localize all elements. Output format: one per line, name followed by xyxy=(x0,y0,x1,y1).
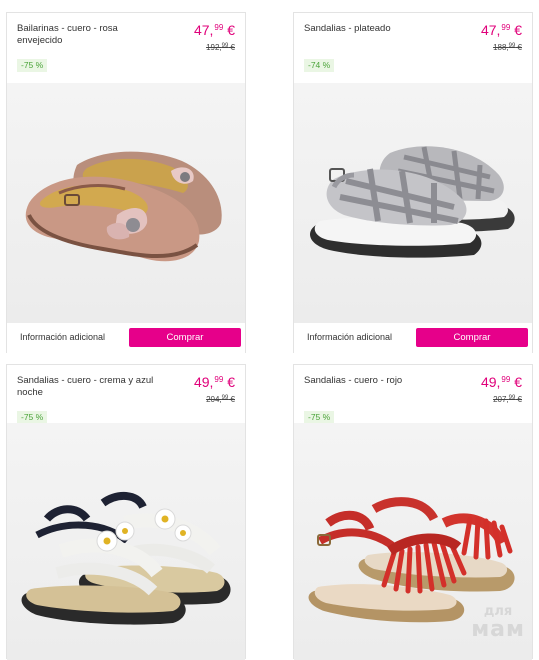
product-card[interactable]: Bailarinas - cuero - rosa envejecido 47,… xyxy=(6,12,246,353)
more-info-link[interactable]: Información adicional xyxy=(20,332,105,342)
product-old-price: 188,99 € xyxy=(493,43,522,52)
product-price: 47,99 € xyxy=(193,22,235,38)
product-name[interactable]: Sandalias - cuero - crema y azul noche xyxy=(17,375,157,399)
product-price: 47,99 € xyxy=(480,22,522,38)
product-name[interactable]: Sandalias - plateado xyxy=(304,23,444,35)
product-header: Sandalias - cuero - crema y azul noche 4… xyxy=(7,365,245,429)
glitter-sandal-icon xyxy=(310,146,515,258)
product-header: Bailarinas - cuero - rosa envejecido 47,… xyxy=(7,13,245,77)
product-old-price: 192,99 € xyxy=(206,43,235,52)
product-card[interactable]: Sandalias - cuero - crema y azul noche 4… xyxy=(6,364,246,660)
product-card[interactable]: Sandalias - plateado 47,99 € 188,99 € -7… xyxy=(293,12,533,353)
watermark-logo: для мам xyxy=(471,603,525,642)
watermark-line2: мам xyxy=(471,617,525,642)
product-footer: Información adicional Comprar xyxy=(294,323,532,353)
product-old-price: 207,99 € xyxy=(493,395,522,404)
product-image[interactable] xyxy=(294,83,532,323)
ballet-flat-shoe-icon xyxy=(25,151,222,262)
product-name[interactable]: Bailarinas - cuero - rosa envejecido xyxy=(17,23,157,47)
buy-button[interactable]: Comprar xyxy=(129,328,241,347)
buy-button[interactable]: Comprar xyxy=(416,328,528,347)
more-info-link[interactable]: Información adicional xyxy=(307,332,392,342)
discount-badge: -75 % xyxy=(17,59,48,72)
product-price: 49,99 € xyxy=(193,374,235,390)
product-old-price: 204,99 € xyxy=(206,395,235,404)
product-footer: Información adicional Comprar xyxy=(7,323,245,353)
product-header: Sandalias - plateado 47,99 € 188,99 € -7… xyxy=(294,13,532,77)
product-header: Sandalias - cuero - rojo 49,99 € 207,99 … xyxy=(294,365,532,429)
product-name[interactable]: Sandalias - cuero - rojo xyxy=(304,375,444,387)
discount-badge: -74 % xyxy=(304,59,335,72)
product-image[interactable] xyxy=(7,423,245,660)
product-price: 49,99 € xyxy=(480,374,522,390)
product-image[interactable] xyxy=(7,83,245,323)
flower-sandal-icon xyxy=(21,492,231,625)
